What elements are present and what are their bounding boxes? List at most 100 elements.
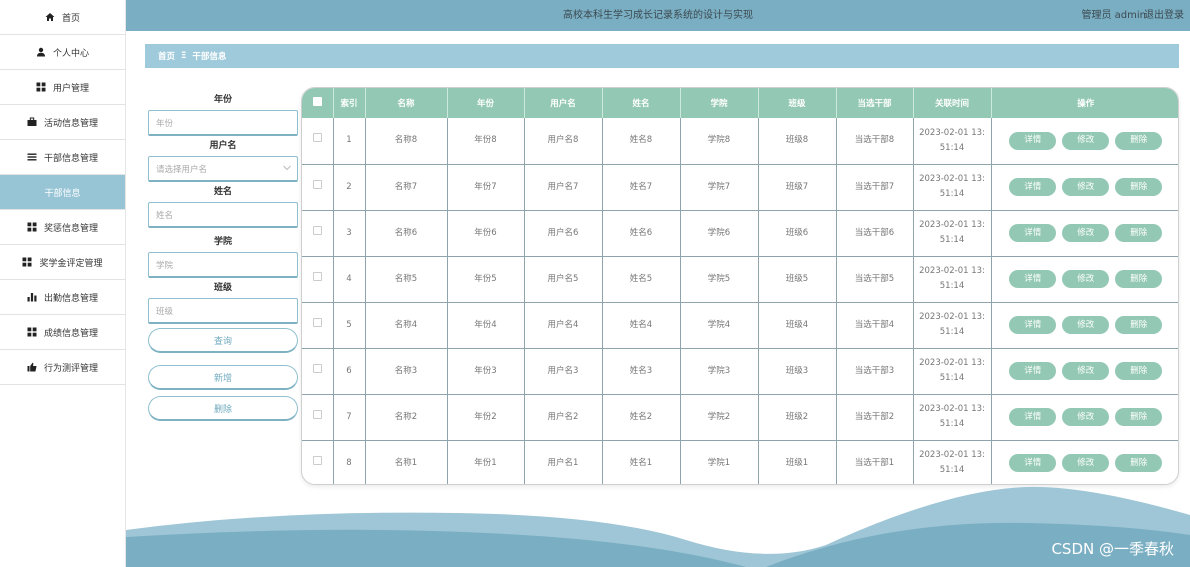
row-delete-button[interactable]: 删除 [1115, 362, 1163, 380]
breadcrumb: 首页 Ξ 干部信息 [145, 44, 1179, 68]
row-checkbox[interactable] [312, 455, 322, 465]
detail-button[interactable]: 详情 [1009, 454, 1057, 473]
name-input[interactable]: 姓名 [148, 202, 298, 228]
select-all-checkbox[interactable] [312, 97, 322, 106]
time-cell: 2023-02-01 13: 51:14 [913, 394, 992, 441]
detail-button[interactable]: 详情 [1009, 316, 1057, 334]
row-checkbox[interactable] [312, 317, 322, 327]
row-checkbox[interactable] [312, 271, 322, 281]
detail-button[interactable]: 详情 [1009, 408, 1057, 426]
sidebar-item-scholarship[interactable]: 奖学金评定管理 [0, 245, 125, 280]
table-cell: 学院7 [680, 164, 759, 211]
actions-cell: 详情 修改 删除 [991, 256, 1178, 303]
row-delete-button[interactable]: 删除 [1115, 178, 1163, 196]
sidebar-item-attendance[interactable]: 出勤信息管理 [0, 280, 125, 315]
top-header: 高校本科生学习成长记录系统的设计与实现 管理员 admin 退出登录 [126, 0, 1190, 31]
table-cell: 姓名8 [602, 118, 681, 165]
edit-button[interactable]: 修改 [1062, 316, 1110, 334]
row-select-cell[interactable] [302, 348, 334, 395]
sidebar-item-cadre-management[interactable]: 干部信息管理 [0, 140, 125, 175]
edit-button[interactable]: 修改 [1062, 270, 1110, 288]
detail-button[interactable]: 详情 [1009, 131, 1057, 150]
breadcrumb-home[interactable]: 首页 [158, 50, 175, 62]
edit-button[interactable]: 修改 [1062, 131, 1110, 150]
decorative-waves [126, 486, 1190, 567]
sidebar-item-grades[interactable]: 成绩信息管理 [0, 315, 125, 350]
bar-chart-icon [27, 292, 37, 302]
table-header-row: 索引 名称 年份 用户名 姓名 学院 班级 当选干部 关联时间 操作 [302, 88, 1178, 118]
page-title: 高校本科生学习成长记录系统的设计与实现 [563, 10, 753, 21]
sidebar-item-profile[interactable]: 个人中心 [0, 35, 125, 70]
row-checkbox[interactable] [312, 225, 322, 235]
row-delete-button[interactable]: 删除 [1115, 408, 1163, 426]
row-select-cell[interactable] [302, 164, 334, 211]
thumbs-up-icon [27, 362, 37, 372]
edit-button[interactable]: 修改 [1062, 224, 1110, 242]
chevron-down-icon [283, 164, 291, 174]
row-delete-button[interactable]: 删除 [1115, 316, 1163, 334]
sidebar-item-home[interactable]: 首页 [0, 0, 125, 35]
sidebar-item-activities[interactable]: 活动信息管理 [0, 105, 125, 140]
table-cell: 当选干部1 [836, 440, 914, 484]
column-header: 操作 [991, 88, 1178, 118]
row-select-cell[interactable] [302, 118, 334, 165]
row-checkbox[interactable] [312, 409, 322, 419]
edit-button[interactable]: 修改 [1062, 178, 1110, 196]
table-cell: 班级8 [758, 118, 837, 165]
actions-cell: 详情 修改 删除 [991, 302, 1178, 349]
sidebar-item-rewards[interactable]: 奖惩信息管理 [0, 210, 125, 245]
edit-button[interactable]: 修改 [1062, 362, 1110, 380]
sidebar-item-behavior[interactable]: 行为测评管理 [0, 350, 125, 385]
table-cell: 名称5 [365, 256, 448, 303]
row-select-cell[interactable] [302, 302, 334, 349]
column-header: 学院 [680, 88, 759, 118]
table-cell: 名称4 [365, 302, 448, 349]
column-header: 姓名 [602, 88, 681, 118]
table-cell: 用户名2 [524, 394, 603, 441]
sidebar-item-users[interactable]: 用户管理 [0, 70, 125, 105]
select-all-cell[interactable] [302, 88, 334, 118]
row-checkbox[interactable] [312, 179, 322, 189]
row-checkbox[interactable] [312, 133, 322, 143]
row-delete-button[interactable]: 删除 [1115, 131, 1163, 150]
sidebar-item-label: 活动信息管理 [43, 118, 98, 129]
row-delete-button[interactable]: 删除 [1115, 224, 1163, 242]
detail-button[interactable]: 详情 [1009, 178, 1057, 196]
row-checkbox[interactable] [312, 363, 322, 373]
time-clock: 51:14 [939, 373, 965, 383]
table-row: 3 名称6 年份6 用户名6 姓名6 学院6 班级6 当选干部6 2023-02-01 13: 5… [302, 210, 1178, 257]
class-input[interactable]: 班级 [148, 298, 298, 324]
college-input[interactable]: 学院 [148, 252, 298, 278]
table-cell: 名称7 [365, 164, 448, 211]
logout-link[interactable]: 退出登录 [1144, 0, 1184, 31]
column-header: 关联时间 [913, 88, 992, 118]
table-cell: 学院3 [680, 348, 759, 395]
name-placeholder: 姓名 [156, 210, 174, 221]
edit-button[interactable]: 修改 [1062, 408, 1110, 426]
query-button[interactable]: 查询 [148, 328, 298, 353]
table-cell: 名称1 [365, 440, 448, 484]
sidebar: 首页 个人中心 用户管理 活动信息管理 干部信息管理 干部信息 奖惩信息管理 奖… [0, 0, 126, 567]
table-cell: 班级1 [758, 440, 837, 484]
detail-button[interactable]: 详情 [1009, 224, 1057, 242]
table-cell: 用户名6 [524, 210, 603, 257]
grid-icon [36, 82, 46, 92]
row-delete-button[interactable]: 删除 [1115, 454, 1163, 473]
year-input[interactable]: 年份 [148, 110, 298, 136]
breadcrumb-separator: Ξ [181, 51, 187, 61]
column-header: 班级 [758, 88, 837, 118]
row-delete-button[interactable]: 删除 [1115, 270, 1163, 288]
username-select[interactable]: 请选择用户名 [148, 156, 298, 182]
delete-button[interactable]: 删除 [148, 396, 298, 421]
sidebar-item-cadre-info[interactable]: 干部信息 [0, 175, 125, 210]
time-clock: 51:14 [939, 235, 965, 245]
row-select-cell[interactable] [302, 210, 334, 257]
detail-button[interactable]: 详情 [1009, 270, 1057, 288]
user-icon [36, 47, 46, 57]
row-select-cell[interactable] [302, 394, 334, 441]
edit-button[interactable]: 修改 [1062, 454, 1110, 473]
row-select-cell[interactable] [302, 440, 334, 484]
add-button[interactable]: 新增 [148, 365, 298, 390]
row-select-cell[interactable] [302, 256, 334, 303]
detail-button[interactable]: 详情 [1009, 362, 1057, 380]
